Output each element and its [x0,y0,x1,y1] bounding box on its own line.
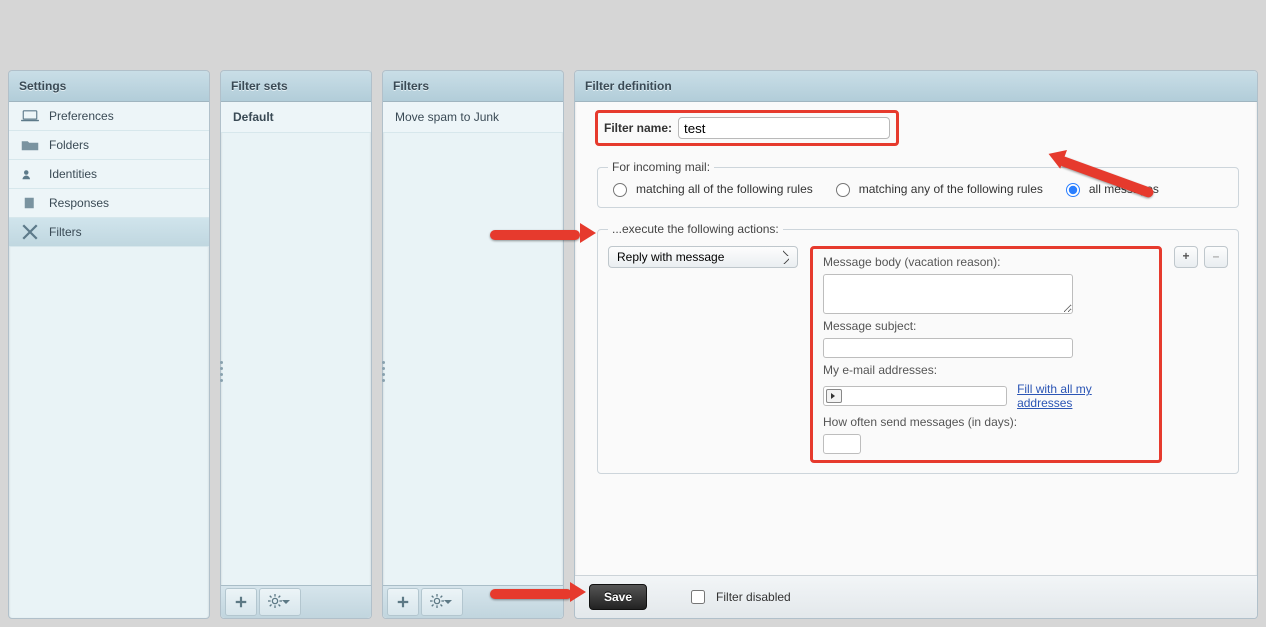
scope-legend: For incoming mail: [608,160,714,174]
nav-label: Filters [49,225,82,239]
filter-sets-footer [221,585,371,618]
filter-set-item[interactable]: Default [221,102,371,133]
remove-action-button: – [1204,246,1228,268]
nav-item-responses[interactable]: Responses [9,189,209,218]
body-textarea[interactable] [823,274,1073,314]
scope-all-label: matching all of the following rules [636,182,813,196]
action-add-remove: + – [1174,246,1228,268]
definition-footer: Save Filter disabled [575,575,1257,618]
scope-every-label: all messages [1089,182,1159,196]
settings-header: Settings [9,71,209,102]
nav-item-folders[interactable]: Folders [9,131,209,160]
nav-item-filters[interactable]: Filters [9,218,209,247]
filter-sets-panel: Filter sets Default [220,70,372,619]
scope-any-radio[interactable] [836,183,850,197]
subject-input[interactable] [823,338,1073,358]
plus-icon [396,595,410,609]
days-input[interactable] [823,434,861,454]
filters-header: Filters [383,71,563,102]
set-actions-button[interactable] [259,588,301,616]
filter-disabled-checkbox[interactable] [691,590,705,604]
file-icon [21,196,39,210]
filter-name-input[interactable] [678,117,890,139]
settings-body: Preferences Folders Identities Responses [9,102,209,618]
add-action-button[interactable]: + [1174,246,1198,268]
filters-body: Move spam to Junk [383,102,563,585]
subject-label: Message subject: [823,319,1149,333]
body-label: Message body (vacation reason): [823,255,1149,269]
nav-label: Folders [49,138,89,152]
nav-label: Identities [49,167,97,181]
definition-panel: Filter definition Filter name: For incom… [574,70,1258,619]
fill-addresses-link[interactable]: Fill with all my addresses [1017,382,1149,410]
nav-label: Responses [49,196,109,210]
app-root: Settings Preferences Folders Identities [0,0,1266,627]
plus-icon [234,595,248,609]
filter-name-label: Filter name: [604,121,672,135]
gear-icon [430,594,444,611]
nav-item-preferences[interactable]: Preferences [9,102,209,131]
scope-every-radio[interactable] [1066,183,1080,197]
filter-disabled-label: Filter disabled [716,590,791,604]
filter-item[interactable]: Move spam to Junk [383,102,563,133]
addresses-input[interactable] [823,386,1007,406]
filter-actions-button[interactable] [421,588,463,616]
settings-panel: Settings Preferences Folders Identities [8,70,210,619]
save-button[interactable]: Save [589,584,647,610]
definition-header: Filter definition [575,71,1257,102]
filter-disabled-toggle[interactable]: Filter disabled [687,587,791,607]
person-icon [21,167,39,181]
add-set-button[interactable] [225,588,257,616]
scope-fieldset: For incoming mail: matching all of the f… [597,160,1239,208]
nav-item-identities[interactable]: Identities [9,160,209,189]
filter-sets-body: Default [221,102,371,585]
address-chip-icon [826,389,842,403]
action-select-wrap: Reply with message [608,246,798,268]
highlight-filter-name: Filter name: [595,110,899,146]
filter-sets-header: Filter sets [221,71,371,102]
laptop-icon [21,109,39,123]
actions-fieldset: ...execute the following actions: Reply … [597,222,1239,474]
filters-panel: Filters Move spam to Junk [382,70,564,619]
addresses-label: My e-mail addresses: [823,363,1149,377]
scope-all[interactable]: matching all of the following rules [608,180,813,197]
action-select[interactable]: Reply with message [608,246,798,268]
filters-footer [383,585,563,618]
days-label: How often send messages (in days): [823,415,1149,429]
scope-any[interactable]: matching any of the following rules [831,180,1043,197]
folder-icon [21,138,39,152]
scope-all-radio[interactable] [613,183,627,197]
scope-every[interactable]: all messages [1061,180,1159,197]
actions-legend: ...execute the following actions: [608,222,783,236]
filter-icon [21,225,39,239]
definition-body: Filter name: For incoming mail: matching… [575,102,1257,575]
gear-icon [268,594,282,611]
highlight-reply-fields: Message body (vacation reason): Message … [810,246,1162,463]
nav-label: Preferences [49,109,114,123]
scope-any-label: matching any of the following rules [859,182,1043,196]
add-filter-button[interactable] [387,588,419,616]
